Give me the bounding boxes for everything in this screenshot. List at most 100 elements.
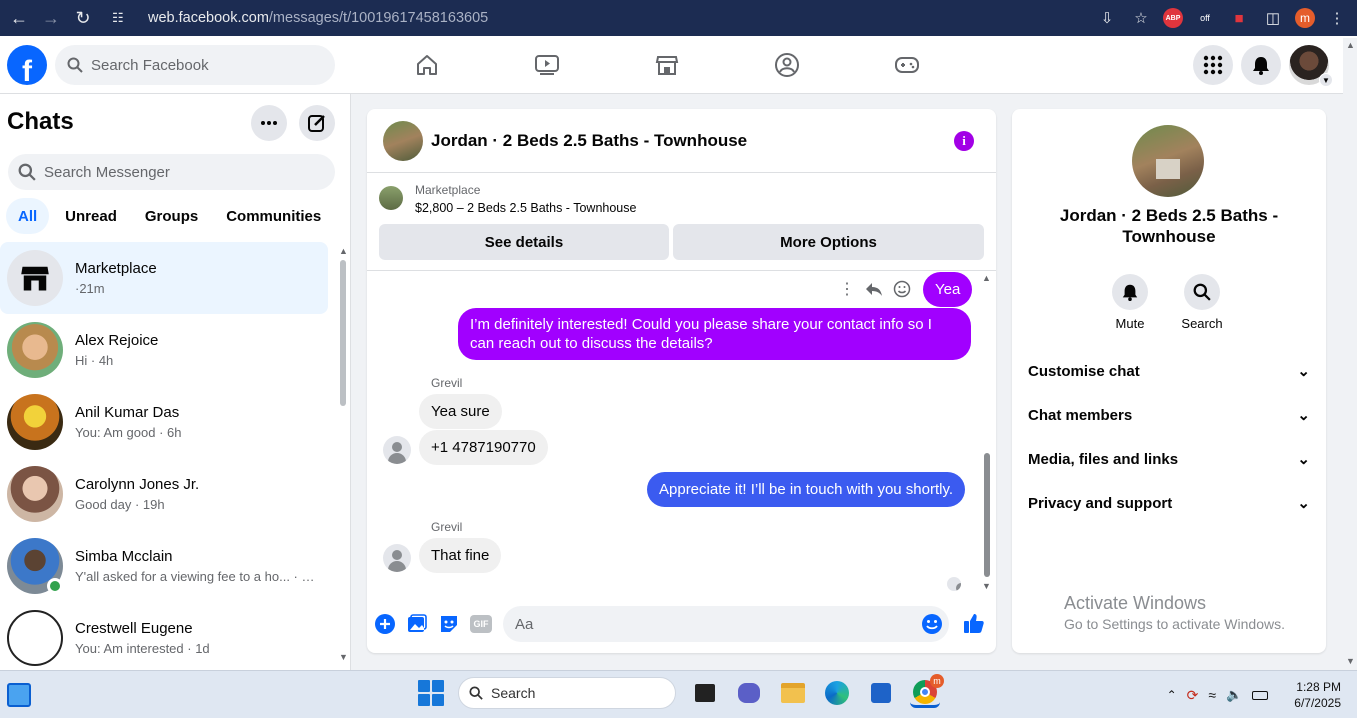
media-files-links-section[interactable]: Media, files and links ⌄ xyxy=(1012,437,1326,481)
chat-item-carolynn-jones[interactable]: Carolynn Jones Jr. Good day · 19h xyxy=(0,458,328,530)
emoji-icon[interactable] xyxy=(921,613,943,635)
chats-options-button[interactable] xyxy=(251,105,287,141)
pdf-extension-icon[interactable]: ■ xyxy=(1227,6,1251,30)
messenger-search-box[interactable] xyxy=(8,154,335,190)
filter-tab-all[interactable]: All xyxy=(6,198,50,234)
filter-tab-groups[interactable]: Groups xyxy=(133,198,210,234)
back-arrow-icon[interactable]: ← xyxy=(6,5,32,31)
customise-chat-section[interactable]: Customise chat ⌄ xyxy=(1012,349,1326,393)
chat-item-alex-rejoice[interactable]: Alex Rejoice Hi · 4h xyxy=(0,314,328,386)
conversation-info-avatar[interactable] xyxy=(1132,125,1204,197)
conversation-avatar[interactable] xyxy=(383,120,423,161)
chrome-browser-icon[interactable]: m xyxy=(910,674,944,708)
gaming-tab[interactable] xyxy=(847,36,967,94)
url-text[interactable]: web.facebook.com/messages/t/100196174581… xyxy=(148,10,488,26)
chat-item-marketplace[interactable]: Marketplace ·21m xyxy=(0,242,328,314)
photo-icon[interactable] xyxy=(407,614,427,634)
chat-item-anil-kumar-das[interactable]: Anil Kumar Das You: Am good · 6h xyxy=(0,386,328,458)
mute-circle[interactable] xyxy=(1112,274,1148,310)
file-explorer-icon[interactable] xyxy=(778,678,808,708)
site-info-icon[interactable]: ☷ xyxy=(112,10,134,26)
messenger-search-input[interactable] xyxy=(44,163,304,181)
chat-item-crestwell-eugene[interactable]: Crestwell Eugene You: Am interested · 1d xyxy=(0,602,328,674)
more-vertical-icon[interactable]: ⋮ xyxy=(839,279,855,299)
gif-icon[interactable]: GIF xyxy=(470,615,492,633)
install-app-icon[interactable]: ⇩ xyxy=(1095,6,1119,30)
see-details-button[interactable]: See details xyxy=(379,224,669,260)
scroll-thumb[interactable] xyxy=(340,260,346,406)
microsoft-store-icon[interactable] xyxy=(866,678,896,708)
chat-members-section[interactable]: Chat members ⌄ xyxy=(1012,393,1326,437)
more-options-button[interactable]: More Options xyxy=(673,224,984,260)
sticker-icon[interactable] xyxy=(439,614,459,634)
account-avatar[interactable]: ▼ xyxy=(1289,45,1333,87)
plus-circle-icon[interactable] xyxy=(375,614,395,634)
scroll-thumb[interactable] xyxy=(984,453,990,577)
extensions-puzzle-icon[interactable]: ◫ xyxy=(1261,6,1285,30)
outgoing-message[interactable]: I’m definitely interested! Could you ple… xyxy=(458,308,971,360)
outgoing-message[interactable]: Appreciate it! I’ll be in touch with you… xyxy=(647,472,966,507)
reply-icon[interactable] xyxy=(865,281,883,297)
message-input-box[interactable] xyxy=(503,606,949,642)
sync-icon[interactable]: ⟳ xyxy=(1187,687,1199,704)
browser-menu-icon[interactable]: ⋮ xyxy=(1325,6,1349,30)
facebook-logo[interactable]: f xyxy=(7,45,47,85)
extension-off-icon[interactable]: off xyxy=(1193,6,1217,30)
bookmark-star-icon[interactable]: ☆ xyxy=(1129,6,1153,30)
home-tab[interactable] xyxy=(367,36,487,94)
start-menu-icon[interactable] xyxy=(418,680,444,706)
volume-icon[interactable]: 🔈 xyxy=(1226,687,1242,703)
search-circle[interactable] xyxy=(1184,274,1220,310)
system-clock[interactable]: 1:28 PM 6/7/2025 xyxy=(1294,679,1341,711)
teams-chat-icon[interactable] xyxy=(734,678,764,708)
filter-tab-unread[interactable]: Unread xyxy=(53,198,129,234)
new-message-button[interactable] xyxy=(299,105,335,141)
info-icon[interactable]: i xyxy=(954,131,974,151)
edge-browser-icon[interactable] xyxy=(822,678,852,708)
facebook-search-input[interactable] xyxy=(91,56,311,74)
taskbar-search-box[interactable]: Search xyxy=(458,677,676,709)
react-emoji-icon[interactable] xyxy=(893,280,911,298)
filter-tab-communities[interactable]: Communities xyxy=(214,198,333,234)
task-view-icon[interactable] xyxy=(690,678,720,708)
scroll-up-icon[interactable]: ▲ xyxy=(1346,40,1355,50)
browser-profile-avatar[interactable]: m xyxy=(1295,8,1315,28)
search-conversation-button[interactable]: Search xyxy=(1181,274,1223,331)
page-scrollbar[interactable]: ▲ ▼ xyxy=(1343,38,1357,670)
adblock-extension-icon[interactable]: ABP xyxy=(1163,8,1183,28)
chat-list-scrollbar[interactable]: ▲ ▼ xyxy=(339,246,348,666)
forward-arrow-icon[interactable]: → xyxy=(38,5,64,31)
scroll-up-icon[interactable]: ▲ xyxy=(982,273,991,283)
menu-grid-button[interactable] xyxy=(1193,45,1233,85)
wifi-icon[interactable]: ≈ xyxy=(1208,687,1216,703)
video-tab[interactable] xyxy=(487,36,607,94)
chevron-up-icon[interactable]: ⌃ xyxy=(1167,688,1177,702)
groups-tab[interactable] xyxy=(727,36,847,94)
chevron-down-icon: ⌄ xyxy=(1297,495,1310,512)
incoming-message[interactable]: Yea sure xyxy=(419,394,502,429)
mute-button[interactable]: Mute xyxy=(1112,274,1148,331)
thumbs-up-icon[interactable] xyxy=(963,612,985,634)
message-input[interactable] xyxy=(515,615,895,633)
conversation-title[interactable]: Jordan · 2 Beds 2.5 Baths - Townhouse xyxy=(431,131,747,151)
chat-item-simba-mcclain[interactable]: Simba Mcclain Y'all asked for a viewing … xyxy=(0,530,328,602)
facebook-search-box[interactable] xyxy=(55,45,335,85)
privacy-support-section[interactable]: Privacy and support ⌄ xyxy=(1012,481,1326,525)
incoming-message[interactable]: +1 4787190770 xyxy=(419,430,548,465)
scroll-down-icon[interactable]: ▼ xyxy=(339,652,348,662)
battery-icon[interactable] xyxy=(1252,690,1269,700)
outgoing-message[interactable]: Yea xyxy=(923,272,973,307)
sender-avatar[interactable] xyxy=(383,544,411,572)
reload-icon[interactable]: ↻ xyxy=(70,5,96,31)
notifications-button[interactable] xyxy=(1241,45,1281,85)
scroll-down-icon[interactable]: ▼ xyxy=(982,581,991,591)
address-bar[interactable]: ☷ web.facebook.com/messages/t/1001961745… xyxy=(112,4,1112,32)
thread-scrollbar[interactable]: ▲ ▼ xyxy=(981,273,993,593)
sender-avatar[interactable] xyxy=(383,436,411,464)
scroll-up-icon[interactable]: ▲ xyxy=(339,246,348,256)
widgets-icon[interactable] xyxy=(7,683,31,707)
incoming-message[interactable]: That fine xyxy=(419,538,502,573)
marketplace-tab[interactable] xyxy=(607,36,727,94)
chat-preview: Hi · 4h xyxy=(75,353,114,368)
scroll-down-icon[interactable]: ▼ xyxy=(1346,656,1355,666)
